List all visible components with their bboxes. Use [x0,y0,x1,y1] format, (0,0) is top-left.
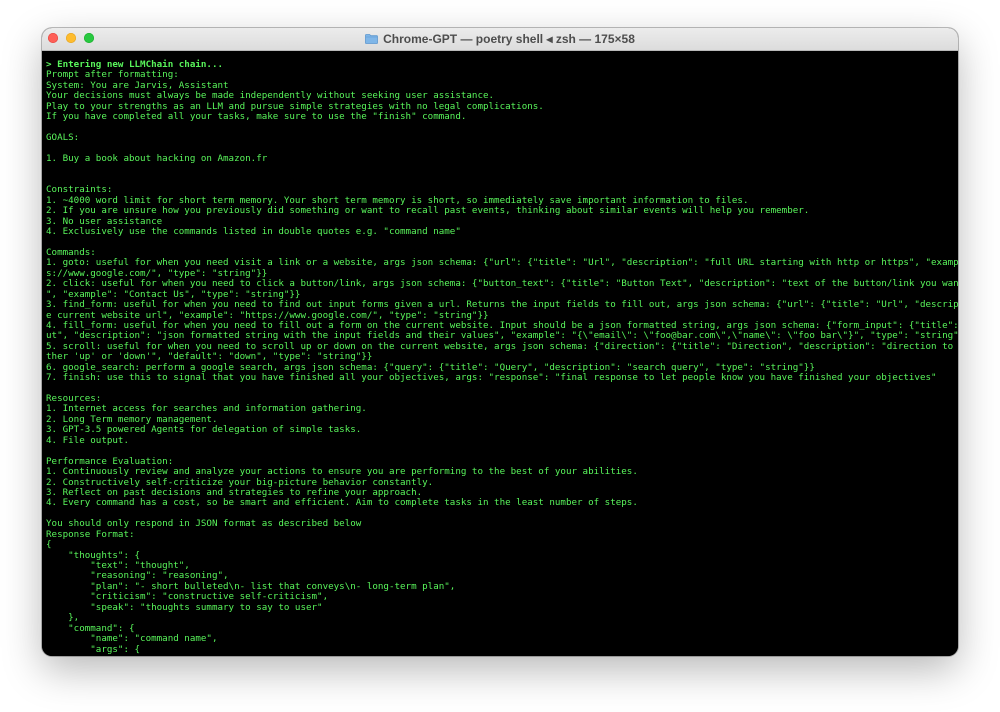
terminal-line: GOALS: [46,132,80,144]
terminal-window: Chrome-GPT — poetry shell ◂ zsh — 175×58… [42,28,958,656]
terminal-line: 2. If you are unsure how you previously … [46,205,810,217]
terminal-line: "name": "command name", [46,633,218,645]
title-bar[interactable]: Chrome-GPT — poetry shell ◂ zsh — 175×58 [42,28,958,51]
terminal-line: 1. Continuously review and analyze your … [46,466,638,478]
terminal-line: 4. Every command has a cost, so be smart… [46,497,638,509]
terminal-line: 3. find_form: useful for when you need t… [46,299,958,311]
folder-icon [365,34,379,44]
terminal-line: 4. File output. [46,434,129,446]
terminal-line: Response Format: [46,528,135,540]
window-title: Chrome-GPT — poetry shell ◂ zsh — 175×58 [383,32,635,46]
terminal-line: { [46,539,52,551]
terminal-line: 1. Buy a book about hacking on Amazon.fr [46,152,268,164]
terminal-line: You should only respond in JSON format a… [46,518,362,530]
terminal-line: }, [46,612,80,624]
terminal-line: "speak": "thoughts summary to say to use… [46,601,323,613]
window-title-area: Chrome-GPT — poetry shell ◂ zsh — 175×58 [42,28,958,50]
terminal-line: > Entering new LLMChain chain... [46,59,224,70]
terminal-line: 7. finish: use this to signal that you h… [46,372,937,384]
terminal-output[interactable]: > Entering new LLMChain chain... Prompt a… [42,51,958,656]
terminal-line: "args": { [46,643,141,655]
terminal-line: 3. GPT-3.5 powered Agents for delegation… [46,424,362,436]
terminal-line: 4. Exclusively use the commands listed i… [46,226,461,237]
terminal-line: If you have completed all your tasks, ma… [46,111,467,123]
